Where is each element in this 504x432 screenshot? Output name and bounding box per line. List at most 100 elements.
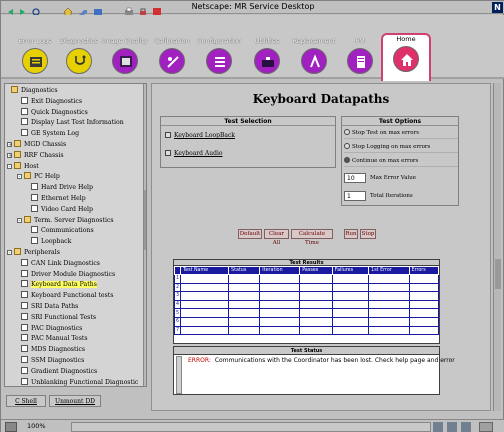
tree-item[interactable]: Gradient Diagnostics [21,366,98,377]
test-item-keyboard-loopback[interactable]: Keyboard LoopBack [165,131,235,141]
error-text: Communications with the Coordinator has … [214,357,455,364]
expand-toggle-icon[interactable]: - [7,163,12,169]
tree-item-label: Host [24,162,39,170]
test-item-keyboard-audio[interactable]: Keyboard Audio [165,149,222,159]
tree-item[interactable]: Loopback [31,237,71,247]
tree-item[interactable]: + RRF Chassis [7,150,64,161]
title-bar: Netscape: MR Service Desktop N [1,1,504,17]
unmount-dd-button[interactable]: Unmount DD [49,395,101,407]
total-iterations-label: Total Iterations [370,193,413,199]
tree-item[interactable]: Video Card Help [31,204,93,215]
expand-toggle-icon[interactable]: - [7,250,12,256]
tree-item[interactable]: + MGD Chassis [7,140,66,150]
load-progress: 100% [27,422,46,430]
option-stop-logging[interactable]: Stop Logging on max errors [344,142,458,153]
component-bar-icon[interactable] [479,422,493,432]
tree-item[interactable]: GE System Log [21,129,79,139]
tree-item[interactable]: - PC Help [17,172,60,182]
tree-item[interactable]: Communications [31,226,94,236]
tree-item-label: Ethernet Help [41,195,86,202]
option-stop-test[interactable]: Stop Test on max errors [344,128,458,139]
tree-item[interactable]: - Host [7,161,39,172]
tree-item[interactable]: - Term. Server Diagnostics [17,215,114,226]
tree-item[interactable]: PAC Diagnostics [21,323,82,334]
page-icon [31,194,38,201]
tree-item-label: Exit Diagnostics [31,97,83,105]
tree-item[interactable]: CAN Link Diagnostics [21,258,100,269]
default-button[interactable]: Default [238,229,262,239]
status-scrollbar[interactable] [176,356,182,394]
tree-item-label: Loopback [41,238,72,246]
tree-item[interactable]: - Peripherals [7,248,60,258]
page-icon [21,129,28,137]
clear-all-button[interactable]: Clear All [264,229,289,246]
tree-item[interactable]: Hard Drive Help [31,183,93,193]
total-iterations-input[interactable]: 1 [344,191,366,201]
checkbox[interactable] [165,150,171,156]
table-cell [331,291,370,301]
run-button[interactable]: Run [344,229,358,239]
tree-item[interactable]: SRI Data Paths [21,302,78,312]
tree-item[interactable]: Diagnostics [11,86,58,96]
diagnostics-tree: Diagnostics Exit Diagnostics Quick Diagnos… [4,83,147,387]
tree-item[interactable]: SRI Functional Tests [21,312,96,323]
tree-item[interactable]: Keyboard Data Paths [21,280,97,290]
table-cell [228,291,261,301]
table-cell [228,274,261,284]
pm-icon [347,48,373,74]
tree-item[interactable]: Exit Diagnostics [21,96,83,107]
c-shell-button[interactable]: C Shell [6,395,46,407]
tree-item[interactable]: Ethernet Help [31,194,86,204]
composer-icon[interactable] [461,422,471,432]
test-status-panel: Test Status ERROR: Communications with th… [173,346,455,395]
tree-item[interactable]: Keyboard Functional tests [21,291,113,301]
tab-image-quality[interactable]: Image Quality [102,37,148,79]
tab-label: Replacement [292,37,336,45]
main-scrollbar[interactable] [493,83,501,411]
tree-item[interactable]: Driver Module Diagnostics [21,269,115,280]
tree-item-label: CAN Link Diagnostics [31,259,100,267]
tab-configuration[interactable]: Configuration [196,37,242,79]
scrollbar-thumb[interactable] [495,259,501,289]
tab-calibration[interactable]: Calibration [149,37,195,79]
expand-toggle-icon[interactable]: + [7,142,12,148]
table-row: 3 [174,291,440,301]
tab-diagnostics[interactable]: Diagnostics [56,37,102,79]
scrollbar-thumb[interactable] [144,190,146,250]
tab-ribbon: Error Logs Diagnostics Image Quality Cal… [1,15,504,81]
table-cell [408,325,440,336]
radio-button[interactable] [344,143,350,149]
calculate-time-button[interactable]: Calculate Time [291,229,333,246]
replacement-icon [301,48,327,74]
tree-item[interactable]: MDS Diagnostics [21,345,85,355]
tab-error-logs[interactable]: Error Logs [12,37,58,79]
table-cell [331,299,370,310]
tab-home[interactable]: Home [381,33,431,81]
radio-button[interactable] [344,157,350,163]
tree-item[interactable]: PAC Manual Tests [21,334,88,344]
tree-scrollbar[interactable] [143,84,146,386]
page-icon [31,183,38,191]
max-error-value-input[interactable]: 10 [344,173,366,183]
expand-toggle-icon[interactable]: - [17,217,22,223]
table-cell [408,299,440,310]
tab-utilities[interactable]: Utilities [244,37,290,79]
expand-toggle-icon[interactable]: - [17,174,22,180]
tree-item[interactable]: Unblanking Functional Diagnostic [21,377,138,386]
tab-pm[interactable]: PM [337,37,383,79]
table-row: 7 [174,325,440,336]
option-continue[interactable]: Continue on max errors [344,156,458,167]
test-results-table: Test Results Test Name Status Iteration … [173,259,440,344]
tree-item[interactable]: SSM Diagnostics [21,356,84,366]
checkbox[interactable] [165,132,171,138]
tree-item[interactable]: Display Last Test Information [21,118,124,128]
folder-icon [24,172,31,180]
radio-button[interactable] [344,129,350,135]
tab-replacement[interactable]: Replacement [291,37,337,79]
expand-toggle-icon[interactable]: + [7,152,12,158]
tree-item[interactable]: Quick Diagnostics [21,107,88,118]
tree-item-label: Gradient Diagnostics [31,367,98,375]
stop-button[interactable]: Stop [360,229,376,239]
mail-icon[interactable] [433,422,443,432]
news-icon[interactable] [447,422,457,432]
